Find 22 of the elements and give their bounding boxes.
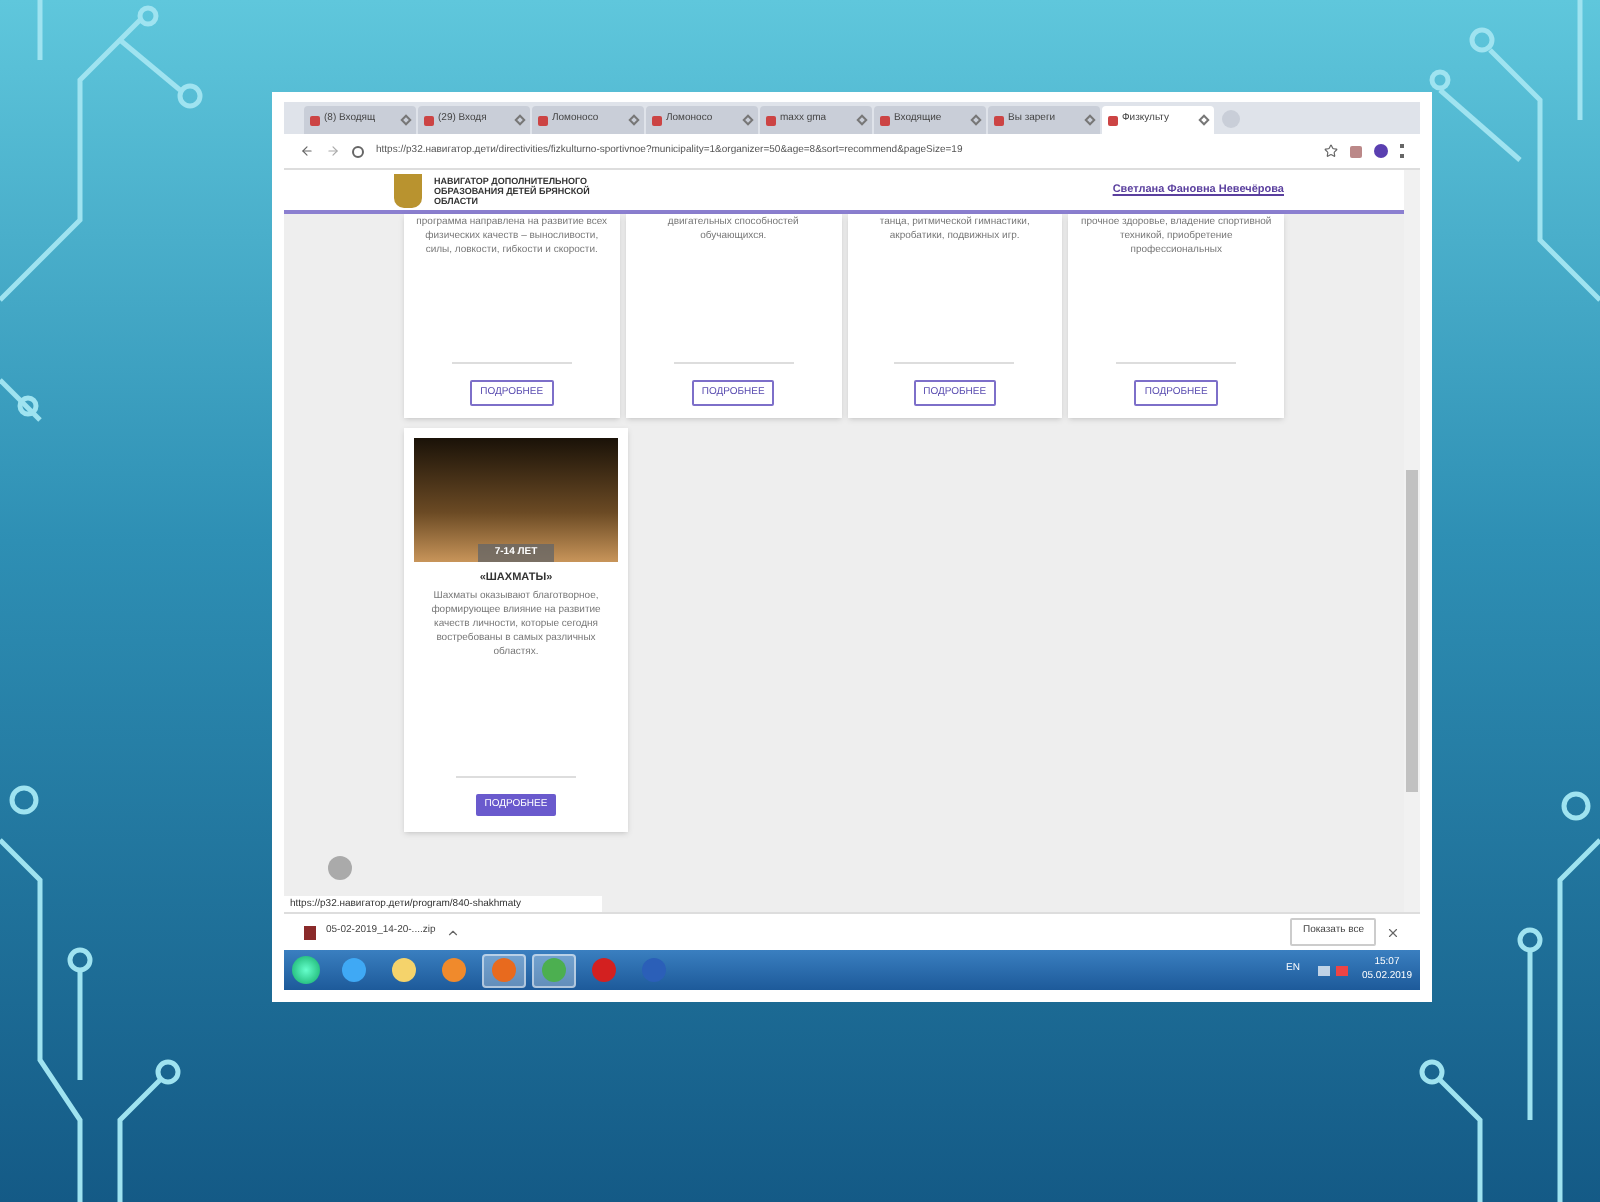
extension-icon[interactable] (1350, 145, 1362, 157)
back-icon[interactable] (300, 144, 314, 158)
favicon-icon (424, 115, 434, 125)
taskbar-app[interactable] (482, 953, 526, 987)
reload-icon[interactable] (352, 145, 364, 157)
scrollbar[interactable] (1404, 170, 1420, 912)
profile-avatar[interactable] (1374, 144, 1388, 158)
favicon-icon (1108, 115, 1118, 125)
coat-of-arms-icon (394, 173, 422, 207)
caret-icon[interactable] (445, 925, 460, 939)
favicon-icon (538, 115, 548, 125)
archive-icon (304, 925, 316, 939)
taskbar-app[interactable] (532, 953, 576, 987)
start-button[interactable] (292, 956, 320, 984)
favicon-icon (994, 115, 1004, 125)
favicon-icon (652, 115, 662, 125)
favicon-icon (880, 115, 890, 125)
forward-icon[interactable] (326, 144, 340, 158)
star-icon[interactable] (1324, 144, 1338, 158)
favicon-icon (310, 115, 320, 125)
chat-avatar[interactable] (328, 856, 352, 880)
favicon-icon (766, 115, 776, 125)
